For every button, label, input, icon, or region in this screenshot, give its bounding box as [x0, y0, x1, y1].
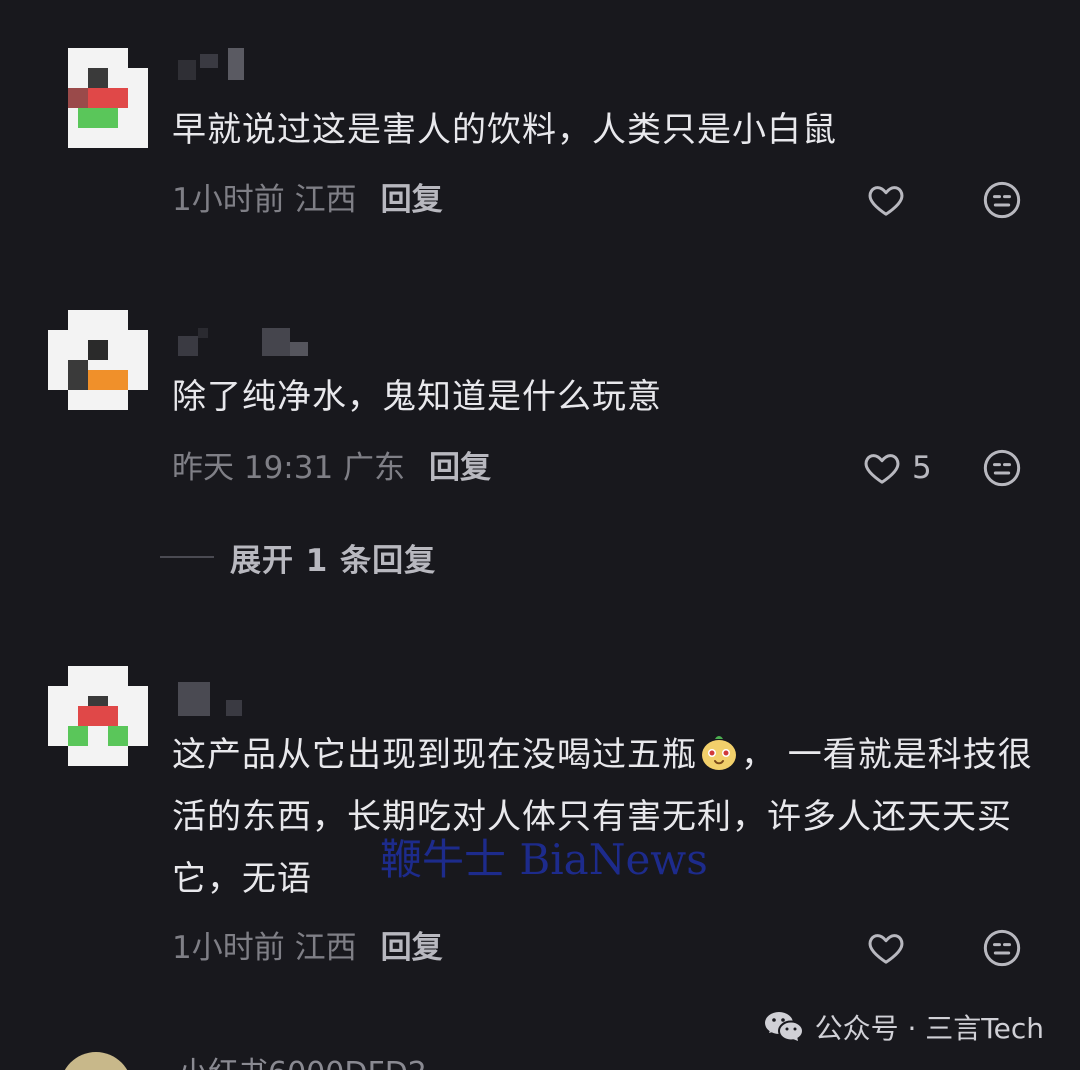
- comment-text-part1: 这产品从它出现到现在没喝过五瓶: [172, 735, 697, 775]
- comment-meta: 1小时前 江西 回复: [172, 178, 443, 222]
- heart-outline-icon: [868, 186, 904, 216]
- reply-button[interactable]: 回复: [429, 450, 491, 486]
- heart-outline-icon: [864, 454, 900, 484]
- username-redacted[interactable]: [178, 48, 268, 82]
- comment-meta: 1小时前 江西 回复: [172, 926, 443, 970]
- like-button[interactable]: [866, 926, 906, 970]
- heart-outline-icon: [868, 934, 904, 964]
- wechat-logo-icon: [764, 1012, 804, 1042]
- avatar[interactable]: [48, 48, 148, 148]
- time-location: 1小时前 江西: [172, 930, 357, 966]
- meh-face-icon: [983, 449, 1021, 487]
- comment-text: 除了纯净水，鬼知道是什么玩意: [172, 377, 662, 417]
- avatar[interactable]: [48, 310, 148, 410]
- smiling-cat-emoji-icon: [702, 736, 736, 770]
- username-redacted[interactable]: [178, 682, 248, 716]
- wechat-source-tag: 公众号 · 三言Tech: [763, 1005, 1044, 1049]
- reply-button[interactable]: 回复: [381, 930, 443, 966]
- next-comment-username[interactable]: 小红书6000DFD2: [178, 1054, 427, 1070]
- avatar[interactable]: [60, 1052, 132, 1070]
- expand-replies-label: 展开 1 条回复: [230, 542, 437, 579]
- reply-button[interactable]: 回复: [381, 182, 443, 218]
- meh-face-icon: [983, 929, 1021, 967]
- dislike-button[interactable]: [982, 928, 1022, 968]
- comment-text: 早就说过这是害人的饮料，人类只是小白鼠: [172, 110, 837, 150]
- expand-divider: [160, 556, 214, 558]
- like-button[interactable]: [866, 178, 906, 222]
- time-location: 昨天 19:31 广东: [172, 450, 406, 486]
- expand-replies-button[interactable]: 展开 1 条回复: [160, 532, 436, 582]
- wechat-tag-label: 公众号 · 三言Tech: [814, 1012, 1044, 1045]
- meh-face-icon: [983, 181, 1021, 219]
- dislike-button[interactable]: [982, 180, 1022, 220]
- username-redacted[interactable]: [178, 322, 318, 356]
- like-count: 5: [912, 450, 932, 486]
- comment-text: 这产品从它出现到现在没喝过五瓶， 一看就是科技很活的东西，长期吃对人体只有害无利…: [172, 724, 1042, 910]
- dislike-button[interactable]: [982, 448, 1022, 488]
- time-location: 1小时前 江西: [172, 182, 357, 218]
- comments-page: 早就说过这是害人的饮料，人类只是小白鼠 1小时前 江西 回复 除了纯净水，鬼知道…: [0, 0, 1080, 1070]
- like-button[interactable]: 5: [862, 446, 932, 490]
- comment-meta: 昨天 19:31 广东 回复: [172, 446, 491, 490]
- avatar[interactable]: [48, 666, 148, 766]
